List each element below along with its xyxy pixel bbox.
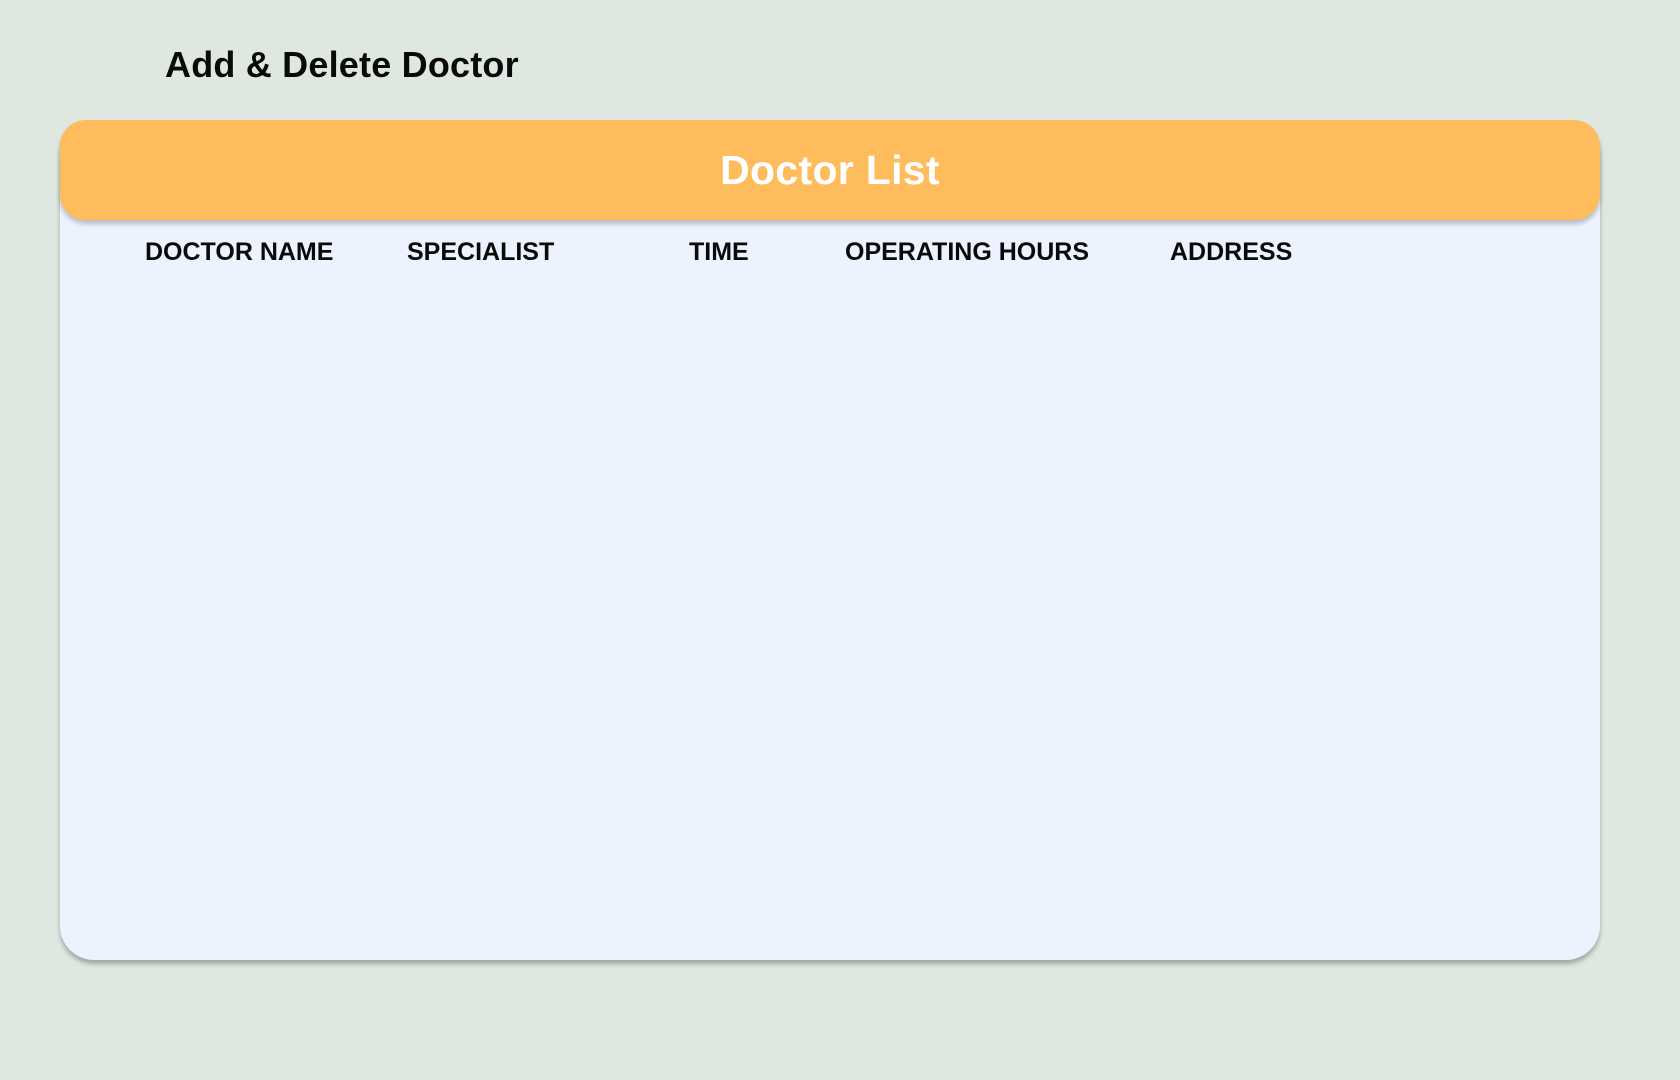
column-header-time: TIME xyxy=(689,238,749,266)
doctor-list-header: Doctor List xyxy=(60,120,1600,220)
column-header-specialist: SPECIALIST xyxy=(407,238,555,266)
doctor-list-title: Doctor List xyxy=(720,146,940,193)
column-header-address: ADDRESS xyxy=(1170,238,1293,266)
column-header-doctor-name: DOCTOR NAME xyxy=(145,238,334,266)
page-title: Add & Delete Doctor xyxy=(165,44,519,85)
column-header-operating-hours: OPERATING HOURS xyxy=(845,238,1089,266)
table-header-row: DOCTOR NAME SPECIALIST TIME OPERATING HO… xyxy=(0,238,1680,274)
